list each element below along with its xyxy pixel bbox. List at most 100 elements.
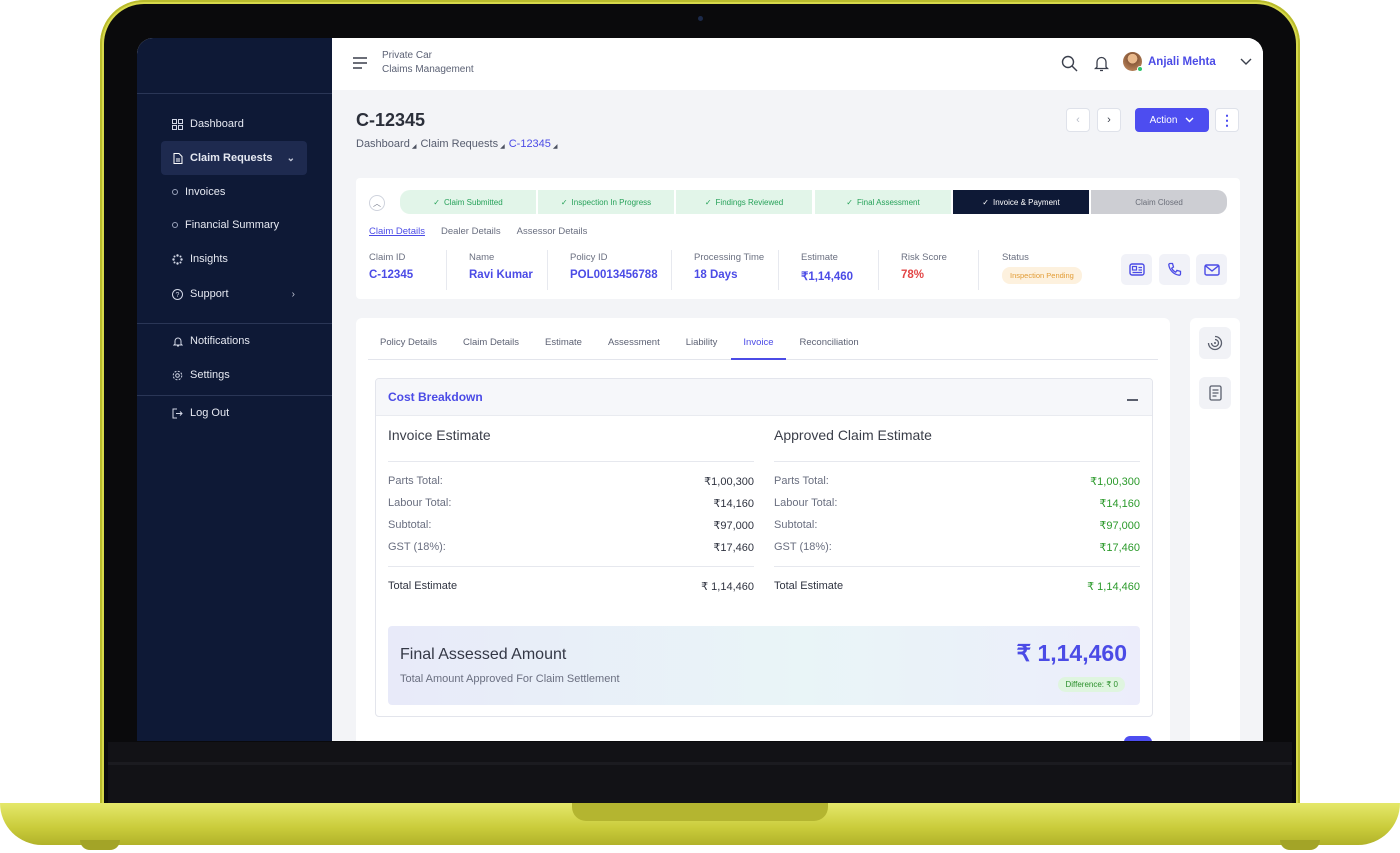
id-card-button[interactable] bbox=[1121, 254, 1152, 285]
sidebar-item-dashboard[interactable]: Dashboard bbox=[161, 107, 307, 141]
divider bbox=[388, 461, 754, 462]
sidebar-item-claim-requests[interactable]: Claim Requests ⌄ bbox=[161, 141, 307, 175]
sidebar-item-logout[interactable]: Log Out bbox=[161, 396, 307, 430]
cost-value: ₹14,160 bbox=[1099, 497, 1140, 510]
invoice-card: Policy Details Claim Details Estimate As… bbox=[356, 318, 1170, 741]
total-value: ₹ 1,14,460 bbox=[701, 581, 754, 593]
step-inspection: ✓ Inspection In Progress bbox=[538, 190, 674, 214]
laptop-chin bbox=[108, 742, 1292, 804]
user-menu[interactable]: Anjali Mehta bbox=[1123, 52, 1252, 72]
info-value: Ravi Kumar bbox=[469, 269, 533, 281]
subtab-assessor-details[interactable]: Assessor Details bbox=[517, 226, 588, 237]
cost-label: GST (18%): bbox=[774, 541, 832, 553]
cost-row: Subtotal: ₹97,000 bbox=[388, 514, 754, 536]
sidebar-item-settings[interactable]: Settings bbox=[161, 358, 307, 392]
help-icon: ? bbox=[172, 288, 183, 300]
chevron-down-icon bbox=[1185, 117, 1194, 123]
prev-button[interactable]: ‹ bbox=[1066, 108, 1090, 132]
subtab-dealer-details[interactable]: Dealer Details bbox=[441, 226, 501, 237]
sidebar-item-label: Financial Summary bbox=[185, 219, 280, 231]
tab-policy-details[interactable]: Policy Details bbox=[368, 337, 449, 359]
notes-button[interactable] bbox=[1199, 377, 1231, 409]
divider bbox=[878, 250, 879, 290]
avatar bbox=[1123, 52, 1143, 72]
subtab-claim-details[interactable]: Claim Details bbox=[369, 226, 425, 237]
tab-claim-details[interactable]: Claim Details bbox=[451, 337, 531, 359]
notes-icon bbox=[1208, 385, 1222, 401]
laptop-frame: Dashboard Claim Requests ⌄ Invoices Fina… bbox=[0, 0, 1400, 853]
info-processing-time: Processing Time 18 Days bbox=[694, 252, 764, 281]
activity-button[interactable] bbox=[1199, 327, 1231, 359]
sidebar-item-label: Insights bbox=[190, 253, 228, 265]
info-value: C-12345 bbox=[369, 269, 414, 281]
check-icon: ✓ bbox=[982, 197, 989, 207]
sidebar-item-support[interactable]: ? Support › bbox=[161, 277, 307, 311]
right-tool-panel bbox=[1190, 318, 1240, 741]
breadcrumb-item[interactable]: Dashboard bbox=[356, 138, 410, 150]
action-button[interactable]: Action bbox=[1135, 108, 1209, 132]
tab-assessment[interactable]: Assessment bbox=[596, 337, 672, 359]
chevron-down-icon[interactable] bbox=[1240, 58, 1252, 66]
breadcrumb-item[interactable]: Claim Requests bbox=[420, 138, 498, 150]
tab-estimate[interactable]: Estimate bbox=[533, 337, 594, 359]
cost-row: Parts Total: ₹1,00,300 bbox=[388, 470, 754, 492]
bell-icon[interactable] bbox=[1094, 55, 1109, 72]
cost-label: Parts Total: bbox=[774, 475, 829, 487]
tab-invoice[interactable]: Invoice bbox=[731, 337, 786, 360]
cost-row: Parts Total: ₹1,00,300 bbox=[774, 470, 1140, 492]
divider bbox=[671, 250, 672, 290]
brand-line: Claims Management bbox=[382, 64, 474, 75]
approved-estimate-column: Approved Claim Estimate Parts Total: ₹1,0… bbox=[774, 427, 1140, 593]
step-invoice-payment: ✓ Invoice & Payment bbox=[953, 190, 1089, 214]
call-button[interactable] bbox=[1159, 254, 1190, 285]
divider bbox=[774, 461, 1140, 462]
step-final-assessment: ✓ Final Assessment bbox=[815, 190, 951, 214]
check-icon: ✓ bbox=[704, 197, 712, 207]
divider bbox=[774, 566, 1140, 567]
divider bbox=[547, 250, 548, 290]
collapse-button[interactable]: ︿ bbox=[369, 195, 385, 211]
section-title: Cost Breakdown bbox=[388, 390, 483, 404]
menu-icon[interactable] bbox=[353, 57, 368, 69]
sidebar-item-label: Log Out bbox=[190, 407, 230, 419]
info-label: Estimate bbox=[801, 252, 838, 263]
cost-row: Labour Total: ₹14,160 bbox=[774, 492, 1140, 514]
cost-row: Subtotal: ₹97,000 bbox=[774, 514, 1140, 536]
bullet-icon bbox=[172, 189, 178, 195]
divider bbox=[388, 566, 754, 567]
check-icon: ✓ bbox=[560, 197, 568, 207]
sidebar-item-insights[interactable]: Insights bbox=[161, 242, 307, 276]
total-label: Total Estimate bbox=[388, 580, 458, 592]
insights-icon bbox=[172, 253, 183, 265]
final-assessed-amount-panel: Final Assessed Amount Total Amount Appro… bbox=[388, 626, 1140, 705]
cost-breakdown-panel: Cost Breakdown Invoice Estimate Parts To… bbox=[375, 378, 1153, 717]
next-button[interactable]: › bbox=[1097, 108, 1121, 132]
cost-value: ₹97,000 bbox=[1099, 519, 1140, 532]
sidebar-item-notifications[interactable]: Notifications bbox=[161, 324, 307, 358]
total-label: Total Estimate bbox=[774, 580, 844, 592]
tab-reconciliation[interactable]: Reconciliation bbox=[788, 337, 871, 359]
more-options-button[interactable]: ⋮ bbox=[1215, 108, 1239, 132]
document-icon bbox=[172, 152, 183, 164]
info-risk-score: Risk Score 78% bbox=[901, 252, 947, 281]
tab-liability[interactable]: Liability bbox=[674, 337, 730, 359]
sidebar-item-financial-summary[interactable]: Financial Summary bbox=[161, 208, 307, 242]
info-status: Status Inspection Pending bbox=[1002, 252, 1082, 284]
chevron-up-icon: ︿ bbox=[373, 198, 381, 208]
chevron-left-icon: ‹ bbox=[1076, 114, 1080, 126]
search-icon[interactable] bbox=[1061, 55, 1078, 72]
final-subtitle: Total Amount Approved For Claim Settleme… bbox=[400, 673, 620, 685]
bell-icon bbox=[172, 336, 183, 347]
sidebar-item-invoices[interactable]: Invoices bbox=[161, 175, 307, 209]
cost-breakdown-header[interactable]: Cost Breakdown bbox=[376, 379, 1152, 416]
main-content: Private Car Claims Management Anjali Meh… bbox=[332, 38, 1263, 741]
step-label: Final Assessment bbox=[857, 197, 920, 207]
total-row: Total Estimate ₹ 1,14,460 bbox=[388, 580, 754, 593]
floating-action-button[interactable] bbox=[1124, 736, 1152, 741]
collapse-icon[interactable] bbox=[1127, 399, 1138, 401]
info-label: Policy ID bbox=[570, 252, 608, 263]
email-button[interactable] bbox=[1196, 254, 1227, 285]
info-value: POL0013456788 bbox=[570, 269, 658, 281]
cost-value: ₹17,460 bbox=[1099, 541, 1140, 554]
cost-label: Labour Total: bbox=[774, 497, 838, 509]
